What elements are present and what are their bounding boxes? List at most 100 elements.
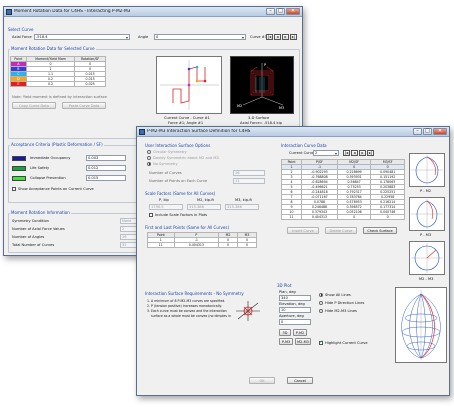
cancel-button[interactable]: Cancel bbox=[287, 377, 313, 384]
ls-label: Life Safety bbox=[30, 166, 50, 170]
prev-curve-button[interactable]: ◂ bbox=[274, 33, 281, 40]
plan-deg-input[interactable]: 340 bbox=[279, 295, 311, 301]
interaction-surface-window: P-M2-M3 Interaction Surface Definition f… bbox=[136, 126, 450, 396]
radio-circle[interactable] bbox=[147, 161, 151, 166]
minimize-button[interactable]: – bbox=[413, 128, 422, 135]
show-acceptance-checkbox[interactable]: Show Acceptance Points on Current Curve bbox=[12, 186, 94, 191]
cell[interactable]: 0 bbox=[237, 242, 257, 248]
radio-circle[interactable] bbox=[147, 149, 151, 154]
firstlast-table[interactable]: Point P M2 M3 1 -1 0 0 11 0.404313 0 0 bbox=[147, 232, 257, 248]
insert-curve-button[interactable]: Insert Curve bbox=[287, 227, 319, 234]
view-m2m3-button[interactable]: M2-M3 bbox=[295, 338, 311, 345]
table-row[interactable]: 11 0.404313 0 0 bbox=[147, 242, 257, 248]
point-d bbox=[195, 79, 199, 83]
cell[interactable]: 0 bbox=[370, 214, 405, 220]
select-curve-heading: Select Curve bbox=[8, 27, 34, 32]
scale-m2-input[interactable]: 315.386 bbox=[187, 204, 221, 210]
table-row[interactable]: E 0.2 0.025 bbox=[10, 81, 106, 87]
highlight-box[interactable] bbox=[319, 340, 323, 345]
table-row[interactable]: 11 0.404313 0 0 bbox=[280, 214, 405, 220]
show-all-lines-option[interactable]: Show All Lines bbox=[319, 292, 364, 301]
first-curve-button[interactable]: |◂ bbox=[266, 33, 273, 40]
num-points-input[interactable]: 11 bbox=[233, 178, 265, 184]
cell[interactable]: 0 bbox=[218, 242, 239, 248]
view-3d-button[interactable]: 3D bbox=[279, 329, 291, 336]
maximize-button[interactable]: □ bbox=[423, 128, 432, 135]
point-cell: E bbox=[10, 81, 27, 87]
curve-nav: |◂ ◂ ▸ ▸| bbox=[343, 149, 375, 156]
scale-p-input[interactable]: 1790.5 bbox=[149, 204, 183, 210]
surface-3d-plot[interactable] bbox=[395, 287, 447, 363]
aperture-input[interactable]: 0 bbox=[279, 319, 311, 325]
close-button[interactable]: ✕ bbox=[286, 8, 300, 15]
info-label: Number of Axial Force Values bbox=[12, 227, 65, 231]
include-scale-box[interactable] bbox=[149, 212, 153, 217]
surface-caption-1: 3-D Surface bbox=[248, 116, 270, 120]
delete-curve-button[interactable]: Delete Curve bbox=[325, 227, 357, 234]
radio-circle[interactable] bbox=[319, 300, 323, 305]
copy-curve-button[interactable]: Copy Curve Data bbox=[12, 102, 56, 109]
surface-3d-view[interactable]: P M2 M3 bbox=[230, 56, 294, 114]
cell[interactable]: 0 bbox=[336, 214, 372, 220]
line-options: Show All Lines Hide P Direction Lines Hi… bbox=[319, 292, 364, 317]
plan-deg-label: Plan, deg bbox=[279, 290, 296, 294]
cell[interactable]: 0.404313 bbox=[173, 242, 220, 248]
scale-m3-input[interactable]: 315.386 bbox=[225, 204, 259, 210]
reqs-list: 1. A minimum of 8 P-M2-M3 curves are spe… bbox=[147, 299, 231, 319]
cell[interactable]: 0.404313 bbox=[301, 214, 338, 220]
elevation-input[interactable]: 10 bbox=[279, 307, 311, 313]
io-value[interactable]: 0.003 bbox=[86, 155, 126, 161]
axial-force-select[interactable]: -518.4 bbox=[34, 34, 130, 40]
radio-circle[interactable] bbox=[147, 155, 151, 160]
radio-circle[interactable] bbox=[319, 292, 323, 297]
radio-none[interactable]: No Symmetry bbox=[147, 161, 219, 168]
current-curve-label: Current Curve bbox=[289, 151, 315, 155]
last-curve-button[interactable]: ▸| bbox=[367, 149, 374, 156]
maximize-button[interactable]: □ bbox=[276, 8, 285, 15]
hide-m2m3-lines-option[interactable]: Hide M2-M3 Lines bbox=[319, 308, 364, 317]
num-curves-label: Number of Curves bbox=[149, 171, 182, 175]
ok-button[interactable]: OK bbox=[249, 377, 275, 384]
include-scale-checkbox[interactable]: Include Scale Factors in Plots bbox=[149, 212, 207, 217]
acceptance-list: Immediate Occupancy 0.003 Life Safety 0.… bbox=[12, 153, 146, 183]
surface-svg: P M2 M3 bbox=[237, 63, 284, 110]
check-surface-button[interactable]: Check Surface bbox=[363, 227, 397, 234]
curve-label: Curve #1 bbox=[250, 35, 268, 39]
title-bar[interactable]: Moment Rotation Data for C4HS - Interact… bbox=[4, 7, 302, 17]
option-label: Show All Lines bbox=[325, 293, 351, 297]
current-curve-select[interactable]: 2 bbox=[313, 150, 339, 156]
mr-data-heading: Moment Rotation Data for Selected Curve bbox=[10, 46, 96, 51]
info-row: Number of Axial Force Values 2 bbox=[12, 225, 144, 233]
view-pm3-button[interactable]: P-M3 bbox=[279, 338, 293, 345]
p-m3-svg bbox=[411, 199, 443, 229]
prev-curve-button[interactable]: ◂ bbox=[351, 149, 358, 156]
scale-m2-header: M2, kip-ft bbox=[197, 198, 214, 202]
highlight-checkbox[interactable]: Highlight Current Curve bbox=[319, 340, 368, 345]
minimize-button[interactable]: – bbox=[266, 8, 275, 15]
hide-p-lines-option[interactable]: Hide P Direction Lines bbox=[319, 300, 364, 309]
rotation-cell[interactable]: 0.025 bbox=[74, 81, 106, 87]
show-acceptance-box[interactable] bbox=[12, 186, 16, 191]
title-bar[interactable]: P-M2-M3 Interaction Surface Definition f… bbox=[137, 127, 449, 137]
last-curve-button[interactable]: ▸| bbox=[290, 33, 297, 40]
next-curve-button[interactable]: ▸ bbox=[359, 149, 366, 156]
info-heading: Moment Rotation Information bbox=[10, 210, 71, 215]
acceptance-row: Collapse Prevention 0.015 bbox=[12, 173, 146, 183]
angle-select[interactable]: 0 bbox=[154, 34, 246, 40]
view-pm2-button[interactable]: P-M2 bbox=[293, 329, 307, 336]
p-m2-svg bbox=[411, 155, 443, 185]
options-heading: User Interaction Surface Options bbox=[145, 143, 211, 148]
num-curves-input[interactable]: 16 bbox=[233, 170, 265, 176]
radio-label: No Symmetry bbox=[153, 162, 178, 166]
close-button[interactable]: ✕ bbox=[433, 128, 447, 135]
cp-value[interactable]: 0.015 bbox=[86, 175, 126, 181]
next-curve-button[interactable]: ▸ bbox=[282, 33, 289, 40]
radio-circle[interactable] bbox=[319, 308, 323, 313]
p-axis-label: P bbox=[264, 63, 266, 67]
curve-data-table[interactable]: Point P/SF M2/SF M3/SF 1 -1 0 0 2 -0.902293 0… bbox=[280, 159, 405, 220]
moment-cell[interactable]: 0.2 bbox=[25, 81, 76, 87]
ls-value[interactable]: 0.012 bbox=[86, 165, 126, 171]
paste-curve-button[interactable]: Paste Curve Data bbox=[62, 102, 106, 109]
first-curve-button[interactable]: |◂ bbox=[343, 149, 350, 156]
mr-table[interactable]: Point Moment/Yield Mom Rotation/SF A00 B… bbox=[10, 56, 106, 87]
